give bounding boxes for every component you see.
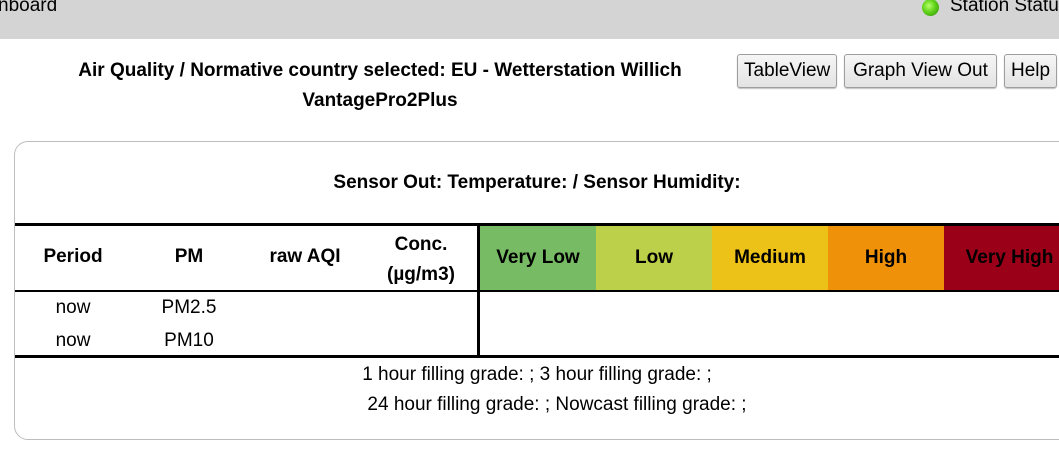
status-indicator-icon: [922, 0, 939, 16]
page-title-line2: VantagePro2Plus: [302, 90, 458, 111]
aqi-level-low: Low: [596, 226, 712, 290]
aqi-level-label: High: [864, 247, 908, 268]
column-header-period: Period: [43, 246, 103, 267]
table-view-button[interactable]: TableView: [737, 54, 837, 88]
aqi-level-label: Very Low: [496, 247, 580, 268]
filling-grade-line2: 24 hour filling grade: ; Nowcast filling…: [367, 394, 747, 415]
aqi-level-label: Low: [635, 247, 673, 268]
row-pm25-pm: PM2.5: [161, 297, 217, 318]
aqi-level-medium: Medium: [712, 226, 828, 290]
column-header-pm: PM: [174, 246, 204, 267]
aqi-level-high: High: [828, 226, 944, 290]
row-pm25-period: now: [55, 297, 91, 318]
page-title-line1: Air Quality / Normative country selected…: [78, 60, 682, 81]
column-header-conc-unit: (µg/m3): [387, 264, 455, 285]
station-status-label: Station Statu: [950, 0, 1059, 16]
app-title: nboard: [0, 0, 58, 16]
filling-grade-line1: 1 hour filling grade: ; 3 hour filling g…: [362, 364, 712, 385]
aqi-level-very-high: Very High: [944, 226, 1059, 290]
row-pm10-period: now: [55, 330, 91, 351]
column-header-conc-line1: Conc.: [394, 234, 448, 255]
help-button[interactable]: Help: [1004, 54, 1057, 88]
station-status[interactable]: Station Statu: [922, 0, 1059, 17]
column-header-conc: Conc. (µg/m3): [371, 230, 471, 290]
page-title: Air Quality / Normative country selected…: [40, 56, 720, 116]
air-quality-panel: Sensor Out: Temperature: / Sensor Humidi…: [14, 141, 1059, 440]
table-bottom-border: [15, 355, 1059, 358]
row-pm10-pm: PM10: [164, 330, 214, 351]
column-header-raw-aqi: raw AQI: [269, 246, 341, 267]
top-bar: nboard Station Statu: [0, 0, 1059, 39]
sensor-title: Sensor Out: Temperature: / Sensor Humidi…: [333, 172, 741, 193]
aqi-level-label: Very High: [965, 247, 1054, 268]
aqi-level-very-low: Very Low: [480, 226, 596, 290]
aqi-level-label: Medium: [734, 247, 806, 268]
graph-view-out-button[interactable]: Graph View Out: [844, 54, 997, 88]
table-header-border: [15, 290, 1059, 292]
